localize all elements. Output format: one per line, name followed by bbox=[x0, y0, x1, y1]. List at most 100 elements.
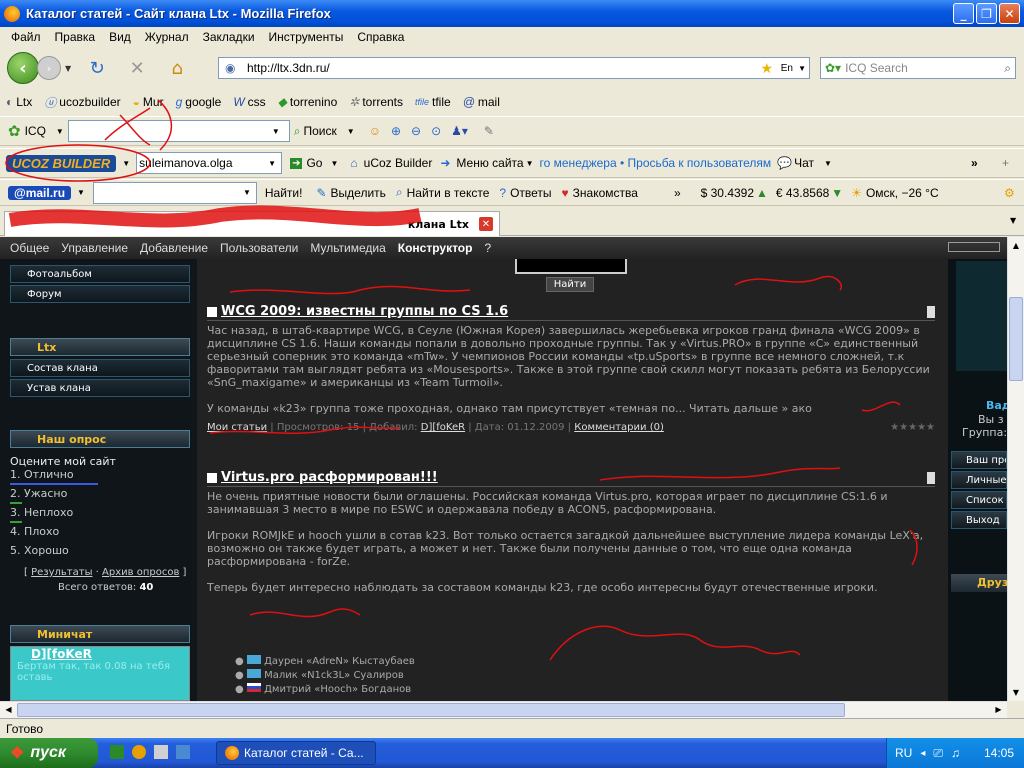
mail-search-dropdown-icon[interactable]: ▼ bbox=[243, 188, 251, 197]
icq-search-dropdown-icon[interactable]: ▼ bbox=[272, 127, 280, 136]
history-dropdown-icon[interactable]: ▼ bbox=[65, 64, 71, 73]
chat-button[interactable]: Чат bbox=[794, 156, 814, 170]
zoom-icon[interactable]: ⊙ bbox=[431, 124, 441, 138]
maximize-button[interactable]: ❐ bbox=[976, 3, 997, 24]
house-icon[interactable]: ⌂ bbox=[350, 156, 357, 170]
back-button[interactable]: ‹ bbox=[7, 52, 39, 84]
horizontal-scrollbar[interactable]: ◀ ▶ bbox=[0, 701, 1007, 718]
tab-close-icon[interactable]: ✕ bbox=[479, 217, 493, 231]
smiley-icon[interactable]: ☺ bbox=[369, 124, 381, 138]
poll-archive-link[interactable]: Архив опросов bbox=[102, 567, 179, 578]
settings-gear-icon[interactable]: ⚙ bbox=[1004, 186, 1015, 200]
icq-search-button[interactable]: Поиск bbox=[304, 124, 337, 138]
add-toolbar-icon[interactable]: + bbox=[1002, 156, 1009, 170]
tray-expand-icon[interactable]: ◂ bbox=[920, 748, 925, 759]
bookmark-torrenino[interactable]: ◆ torrenino bbox=[278, 95, 338, 109]
article-2-title[interactable]: Virtus.pro расформирован!!! bbox=[207, 471, 935, 487]
scroll-down-icon[interactable]: ▼ bbox=[1008, 684, 1024, 701]
usd-rate[interactable]: $ 30.4392 bbox=[701, 186, 754, 200]
search-box[interactable]: ✿▾ ICQ Search ⌕ bbox=[820, 57, 1016, 79]
search-submit-button[interactable]: Найти bbox=[546, 277, 594, 292]
minimize-button[interactable]: _ bbox=[953, 3, 974, 24]
start-button[interactable]: ❖ пуск bbox=[0, 738, 98, 768]
site-menu-constructor[interactable]: Конструктор bbox=[392, 241, 479, 255]
volume-icon[interactable]: ♫ bbox=[951, 746, 960, 760]
quicklaunch-icon-3[interactable] bbox=[154, 745, 168, 759]
menu-tools[interactable]: Инструменты bbox=[262, 30, 351, 44]
sidebar-item-clan-roster[interactable]: Состав клана bbox=[10, 359, 190, 377]
language-indicator[interactable]: RU bbox=[895, 746, 912, 760]
url-dropdown-icon[interactable]: ▼ bbox=[798, 64, 806, 73]
menu-history[interactable]: Журнал bbox=[138, 30, 196, 44]
highlight-icon[interactable]: ✎ bbox=[316, 186, 326, 200]
site-menu-general[interactable]: Общее bbox=[4, 241, 55, 255]
rss-icon[interactable] bbox=[927, 305, 935, 318]
scroll-right-icon[interactable]: ▶ bbox=[990, 702, 1007, 718]
site-menu-add[interactable]: Добавление bbox=[134, 241, 214, 255]
bookmark-tfile[interactable]: tfile tfile bbox=[415, 95, 451, 109]
forward-button[interactable]: › bbox=[37, 56, 61, 80]
right-item-logout[interactable]: Выход bbox=[951, 511, 1007, 529]
username-field[interactable]: suleimanova.olga bbox=[136, 152, 283, 174]
quicklaunch-icon-1[interactable] bbox=[110, 745, 124, 759]
eur-rate[interactable]: € 43.8568 bbox=[776, 186, 829, 200]
ucoz-builder-logo[interactable]: UCOZ BUILDER bbox=[6, 154, 117, 172]
mail-toolbar-overflow[interactable]: » bbox=[674, 186, 681, 200]
icq-search-input[interactable] bbox=[67, 120, 290, 142]
article-1-comments[interactable]: Комментарии (0) bbox=[574, 422, 664, 433]
bookmark-torrents[interactable]: ✲ torrents bbox=[349, 95, 403, 109]
bookmark-css[interactable]: Wcss bbox=[233, 95, 265, 109]
bookmark-mail[interactable]: @ mail bbox=[463, 95, 500, 109]
go-button[interactable]: Go bbox=[306, 156, 322, 170]
site-menu-manage[interactable]: Управление bbox=[55, 241, 134, 255]
menu-edit[interactable]: Правка bbox=[48, 30, 103, 44]
news-ticker[interactable]: го менеджера • Просьба к пользователям bbox=[540, 156, 772, 170]
sidebar-item-forum[interactable]: Форум bbox=[10, 285, 190, 303]
tab-list-dropdown-icon[interactable]: ▼ bbox=[1010, 216, 1016, 225]
icq-flower-icon[interactable]: ✿▾ bbox=[825, 61, 841, 75]
chat-dropdown-icon[interactable]: ▼ bbox=[824, 159, 832, 168]
magnifier-icon[interactable]: ⌕ bbox=[1004, 61, 1011, 76]
toolbar-overflow[interactable]: » bbox=[971, 156, 978, 170]
icq-button[interactable]: ICQ bbox=[25, 124, 46, 138]
bookmark-ltx[interactable]: ◐ Ltx bbox=[6, 95, 32, 109]
answers-button[interactable]: Ответы bbox=[510, 186, 551, 200]
article-1-title[interactable]: WCG 2009: известны группы по CS 1.6 bbox=[207, 305, 935, 321]
answers-icon[interactable]: ? bbox=[499, 186, 506, 200]
tab-current[interactable]: клана Ltx ✕ bbox=[4, 211, 500, 236]
right-item-list[interactable]: Список bbox=[951, 491, 1007, 509]
scroll-up-icon[interactable]: ▲ bbox=[1008, 237, 1024, 254]
site-identity-icon[interactable]: ◉ bbox=[225, 61, 235, 75]
user-icon[interactable]: ♟▾ bbox=[451, 124, 468, 138]
quicklaunch-icon-4[interactable] bbox=[176, 745, 190, 759]
site-menu-button[interactable]: Меню сайта bbox=[456, 156, 523, 170]
search-field[interactable] bbox=[515, 259, 627, 274]
site-menu-users[interactable]: Пользователи bbox=[214, 241, 304, 255]
search-dropdown-icon[interactable]: ▼ bbox=[347, 127, 355, 136]
site-menu-dropdown-icon[interactable]: ▼ bbox=[526, 159, 534, 168]
logo-dropdown-icon[interactable]: ▼ bbox=[122, 159, 130, 168]
find-in-text-icon[interactable]: ⌕ bbox=[396, 185, 403, 200]
quicklaunch-icon-2[interactable] bbox=[132, 745, 146, 759]
go-arrow-icon[interactable]: ➔ bbox=[290, 157, 303, 169]
language-indicator[interactable]: En bbox=[781, 63, 793, 74]
arrow-circle-icon[interactable]: ➜ bbox=[440, 156, 450, 170]
bookmark-google[interactable]: g google bbox=[176, 95, 222, 109]
menu-help[interactable]: Справка bbox=[350, 30, 411, 44]
reload-icon[interactable]: ↻ bbox=[85, 56, 109, 80]
search-icon[interactable]: ⌕ bbox=[294, 124, 301, 139]
sidebar-item-photoalbum[interactable]: Фотоальбом bbox=[10, 265, 190, 283]
bookmark-mur[interactable]: ◒ Mur bbox=[133, 95, 164, 109]
poll-results-link[interactable]: Результаты bbox=[31, 567, 92, 578]
chat-icon[interactable]: 💬 bbox=[777, 156, 792, 170]
site-menu-multimedia[interactable]: Мультимедиа bbox=[304, 241, 391, 255]
minichat-user[interactable]: D][foKeR bbox=[11, 647, 189, 661]
article-1-category[interactable]: Мои статьи bbox=[207, 422, 267, 433]
go-dropdown-icon[interactable]: ▼ bbox=[330, 159, 338, 168]
zoom-out-icon[interactable]: ⊖ bbox=[411, 124, 421, 138]
home-icon[interactable]: ⌂ bbox=[165, 56, 189, 80]
menu-view[interactable]: Вид bbox=[102, 30, 138, 44]
stop-icon[interactable]: ✕ bbox=[125, 56, 149, 80]
rss-icon[interactable] bbox=[927, 471, 935, 484]
pen-icon[interactable]: ✎ bbox=[484, 124, 494, 138]
